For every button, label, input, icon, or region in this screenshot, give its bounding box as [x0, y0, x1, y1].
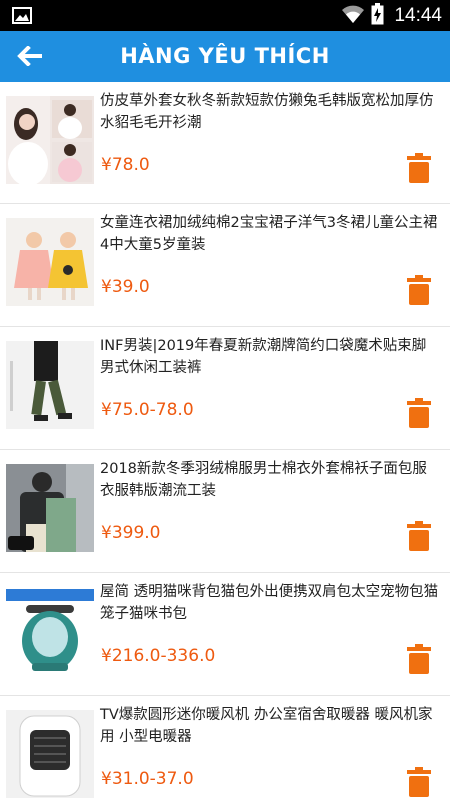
list-item[interactable]: 2018新款冬季羽绒棉服男士棉衣外套棉袄子面包服衣服韩版潮流工装 ¥399.0 — [0, 450, 450, 573]
list-item[interactable]: 仿皮草外套女秋冬新款短款仿獭兔毛韩版宽松加厚仿水貂毛毛开衫潮 ¥78.0 — [0, 82, 450, 204]
product-price: ¥78.0 — [101, 155, 150, 175]
product-image[interactable] — [6, 218, 94, 306]
product-image[interactable] — [6, 96, 94, 184]
back-button[interactable] — [14, 43, 44, 69]
product-price: ¥31.0-37.0 — [101, 769, 194, 789]
list-item[interactable]: 女童连衣裙加绒纯棉2宝宝裙子洋气3冬裙儿童公主裙4中大童5岁童装 ¥39.0 — [0, 204, 450, 327]
trash-icon — [407, 153, 431, 183]
delete-button[interactable] — [405, 398, 433, 428]
trash-icon — [407, 644, 431, 674]
list-item[interactable]: INF男装|2019年春夏新款潮牌简约口袋魔术贴束脚男式休闲工装裤 ¥75.0-… — [0, 327, 450, 450]
status-icons: 14:44 — [341, 0, 442, 31]
product-image[interactable] — [6, 710, 94, 798]
status-bar: 14:44 — [0, 0, 450, 31]
arrow-left-icon — [17, 46, 42, 66]
battery-charging-icon — [371, 2, 384, 29]
product-image[interactable] — [6, 587, 94, 675]
product-image[interactable] — [6, 464, 94, 552]
product-price: ¥75.0-78.0 — [101, 400, 194, 420]
product-name[interactable]: 仿皮草外套女秋冬新款短款仿獭兔毛韩版宽松加厚仿水貂毛毛开衫潮 — [100, 90, 440, 134]
delete-button[interactable] — [405, 153, 433, 183]
trash-icon — [407, 521, 431, 551]
app-bar: HÀNG YÊU THÍCH — [0, 31, 450, 82]
trash-icon — [407, 398, 431, 428]
page-title: HÀNG YÊU THÍCH — [120, 44, 330, 68]
delete-button[interactable] — [405, 644, 433, 674]
wifi-icon — [341, 4, 365, 28]
delete-button[interactable] — [405, 521, 433, 551]
image-icon — [12, 7, 32, 24]
trash-icon — [407, 275, 431, 305]
product-name[interactable]: TV爆款圆形迷你暖风机 办公室宿舍取暖器 暖风机家用 小型电暖器 — [100, 704, 440, 748]
product-image[interactable] — [6, 341, 94, 429]
delete-button[interactable] — [405, 275, 433, 305]
product-price: ¥39.0 — [101, 277, 150, 297]
trash-icon — [407, 767, 431, 797]
product-price: ¥399.0 — [101, 523, 161, 543]
list-item[interactable]: 屋简 透明猫咪背包猫包外出便携双肩包太空宠物包猫笼子猫咪书包 ¥216.0-33… — [0, 573, 450, 696]
favorites-list: 仿皮草外套女秋冬新款短款仿獭兔毛韩版宽松加厚仿水貂毛毛开衫潮 ¥78.0 女童连… — [0, 82, 450, 800]
list-item[interactable]: TV爆款圆形迷你暖风机 办公室宿舍取暖器 暖风机家用 小型电暖器 ¥31.0-3… — [0, 696, 450, 800]
product-name[interactable]: 屋简 透明猫咪背包猫包外出便携双肩包太空宠物包猫笼子猫咪书包 — [100, 581, 440, 625]
product-name[interactable]: 2018新款冬季羽绒棉服男士棉衣外套棉袄子面包服衣服韩版潮流工装 — [100, 458, 440, 502]
product-name[interactable]: 女童连衣裙加绒纯棉2宝宝裙子洋气3冬裙儿童公主裙4中大童5岁童装 — [100, 212, 440, 256]
product-name[interactable]: INF男装|2019年春夏新款潮牌简约口袋魔术贴束脚男式休闲工装裤 — [100, 335, 440, 379]
delete-button[interactable] — [405, 767, 433, 797]
clock: 14:44 — [394, 4, 442, 26]
product-price: ¥216.0-336.0 — [101, 646, 216, 666]
